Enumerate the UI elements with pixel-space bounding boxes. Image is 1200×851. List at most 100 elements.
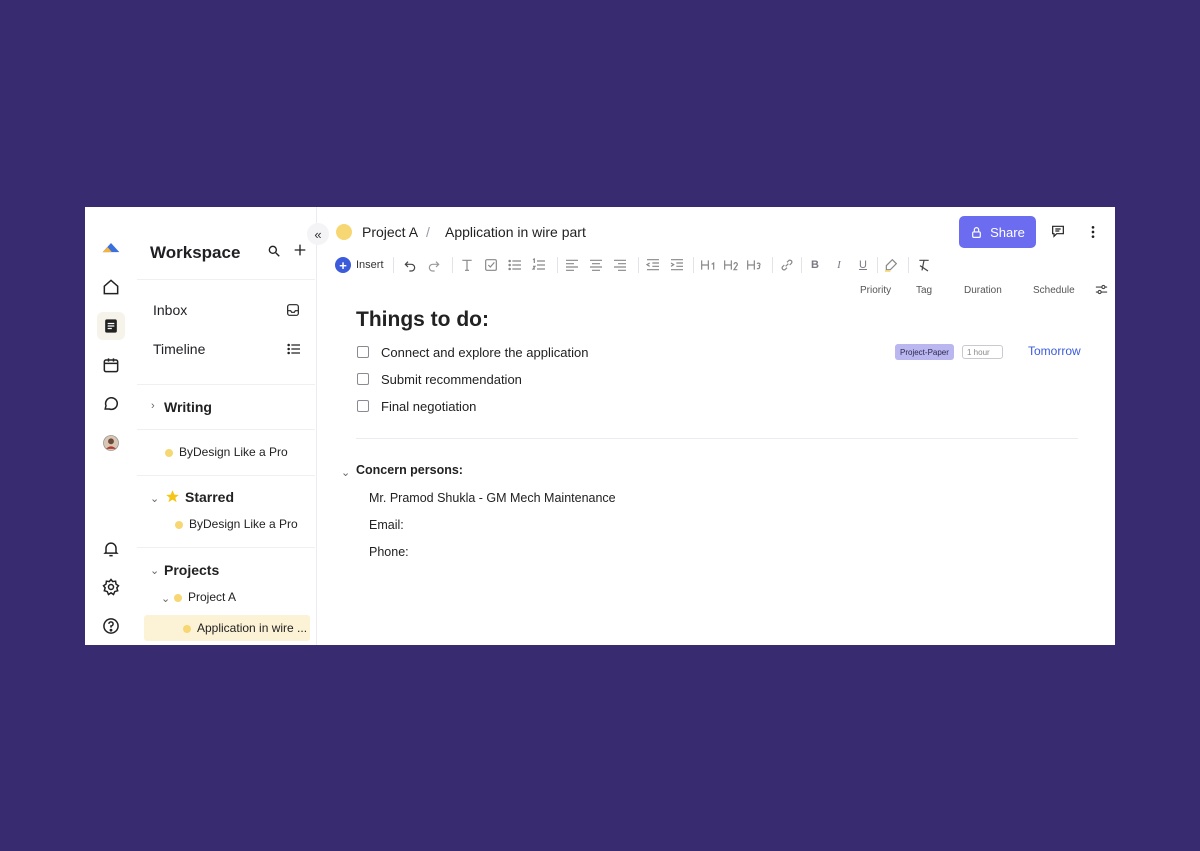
workspace-title: Workspace: [150, 243, 241, 262]
chevron-down-icon[interactable]: ⌄: [161, 592, 170, 605]
task-item[interactable]: Final negotiation: [357, 397, 476, 415]
calendar-icon[interactable]: [97, 351, 125, 379]
italic-icon[interactable]: I: [830, 254, 848, 276]
heading-1-icon[interactable]: [698, 254, 720, 276]
toolbar-separator: [393, 257, 394, 273]
align-center-icon[interactable]: [587, 254, 605, 276]
help-icon[interactable]: [97, 612, 125, 640]
yellow-dot-icon: [175, 520, 183, 529]
column-priority[interactable]: Priority: [860, 285, 891, 296]
project-dot-icon: [336, 224, 352, 240]
sidebar: Workspace Inbox Timeline › Writing ByDes…: [137, 207, 317, 645]
yellow-dot-icon: [183, 624, 191, 633]
section-starred[interactable]: Starred: [185, 489, 234, 505]
redo-icon[interactable]: [425, 254, 443, 276]
section-writing[interactable]: Writing: [164, 399, 212, 415]
schedule-link[interactable]: Tomorrow: [1028, 344, 1081, 358]
divider: [356, 438, 1078, 439]
highlighter-icon[interactable]: [882, 254, 900, 276]
outdent-icon[interactable]: [644, 254, 662, 276]
tag-badge[interactable]: Project-Paper: [895, 344, 954, 360]
plus-icon: +: [335, 257, 351, 273]
page-title[interactable]: Things to do:: [356, 308, 489, 332]
toolbar-separator: [908, 257, 909, 273]
concern-heading[interactable]: Concern persons:: [356, 463, 463, 477]
sidebar-item-bydesign[interactable]: ByDesign Like a Pro: [165, 445, 288, 459]
concern-email-line[interactable]: Email:: [369, 518, 404, 532]
link-icon[interactable]: [778, 254, 796, 276]
underline-icon[interactable]: U: [854, 254, 872, 276]
undo-icon[interactable]: [401, 254, 419, 276]
breadcrumb-project[interactable]: Project A: [362, 224, 418, 240]
sidebar-item-inbox[interactable]: Inbox: [153, 302, 187, 318]
chevron-down-icon[interactable]: ⌄: [150, 492, 159, 505]
add-icon[interactable]: [292, 242, 308, 263]
duration-field[interactable]: 1 hour: [962, 345, 1003, 359]
sliders-icon[interactable]: [1094, 282, 1109, 302]
gear-icon[interactable]: [97, 573, 125, 601]
comment-icon[interactable]: [1050, 223, 1066, 244]
align-left-icon[interactable]: [563, 254, 581, 276]
task-label[interactable]: Submit recommendation: [381, 372, 522, 387]
concern-person-line[interactable]: Mr. Pramod Shukla - GM Mech Maintenance: [369, 491, 616, 505]
document-icon[interactable]: [97, 312, 125, 340]
chat-icon[interactable]: [97, 390, 125, 418]
task-checkbox[interactable]: [357, 400, 369, 412]
task-label[interactable]: Connect and explore the application: [381, 345, 588, 360]
text-icon[interactable]: [458, 254, 476, 276]
toolbar-separator: [557, 257, 558, 273]
indent-icon[interactable]: [668, 254, 686, 276]
icon-rail: [85, 207, 137, 645]
inbox-icon[interactable]: [285, 302, 301, 323]
divider: [137, 547, 315, 548]
align-right-icon[interactable]: [611, 254, 629, 276]
collapse-sidebar-button[interactable]: «: [307, 223, 329, 245]
divider: [137, 429, 315, 430]
toolbar-separator: [693, 257, 694, 273]
logo-icon: [97, 234, 125, 262]
bell-icon[interactable]: [97, 535, 125, 563]
list-icon[interactable]: [285, 341, 303, 362]
avatar[interactable]: [97, 429, 125, 457]
star-icon: [165, 489, 180, 509]
yellow-dot-icon: [165, 448, 173, 457]
heading-2-icon[interactable]: [721, 254, 743, 276]
task-item[interactable]: Submit recommendation: [357, 370, 522, 388]
share-button[interactable]: Share: [959, 216, 1036, 248]
bullet-list-icon[interactable]: [506, 254, 524, 276]
checkbox-icon[interactable]: [482, 254, 500, 276]
column-duration[interactable]: Duration: [964, 285, 1002, 296]
breadcrumb-page: Application in wire part: [445, 224, 586, 240]
toolbar-separator: [877, 257, 878, 273]
task-checkbox[interactable]: [357, 373, 369, 385]
sidebar-item-application[interactable]: Application in wire ...: [183, 621, 307, 635]
task-checkbox[interactable]: [357, 346, 369, 358]
task-label[interactable]: Final negotiation: [381, 399, 476, 414]
clear-format-icon[interactable]: [915, 254, 933, 276]
numbered-list-icon[interactable]: [530, 254, 548, 276]
section-projects[interactable]: Projects: [164, 562, 219, 578]
insert-button[interactable]: + Insert: [335, 254, 384, 276]
sidebar-item-starred-bydesign[interactable]: ByDesign Like a Pro: [175, 517, 298, 531]
search-icon[interactable]: [267, 244, 281, 263]
sidebar-item-timeline[interactable]: Timeline: [153, 341, 205, 357]
task-item[interactable]: Connect and explore the application: [357, 343, 588, 361]
sidebar-item-project-a[interactable]: Project A: [174, 590, 236, 604]
chevron-down-icon[interactable]: ⌄: [150, 564, 159, 577]
divider: [137, 475, 315, 476]
chevron-down-icon[interactable]: ⌄: [341, 466, 350, 479]
more-vertical-icon[interactable]: [1085, 223, 1101, 246]
toolbar-separator: [801, 257, 802, 273]
column-schedule[interactable]: Schedule: [1033, 285, 1075, 296]
lock-icon: [972, 226, 982, 238]
app-window: Workspace Inbox Timeline › Writing ByDes…: [85, 207, 1115, 645]
divider: [137, 279, 315, 280]
heading-3-icon[interactable]: [744, 254, 766, 276]
bold-icon[interactable]: B: [806, 254, 824, 276]
yellow-dot-icon: [174, 593, 182, 602]
column-tag[interactable]: Tag: [916, 285, 932, 296]
breadcrumb-separator: /: [426, 224, 430, 240]
home-icon[interactable]: [97, 273, 125, 301]
concern-phone-line[interactable]: Phone:: [369, 545, 409, 559]
chevron-right-icon[interactable]: ›: [151, 400, 155, 412]
